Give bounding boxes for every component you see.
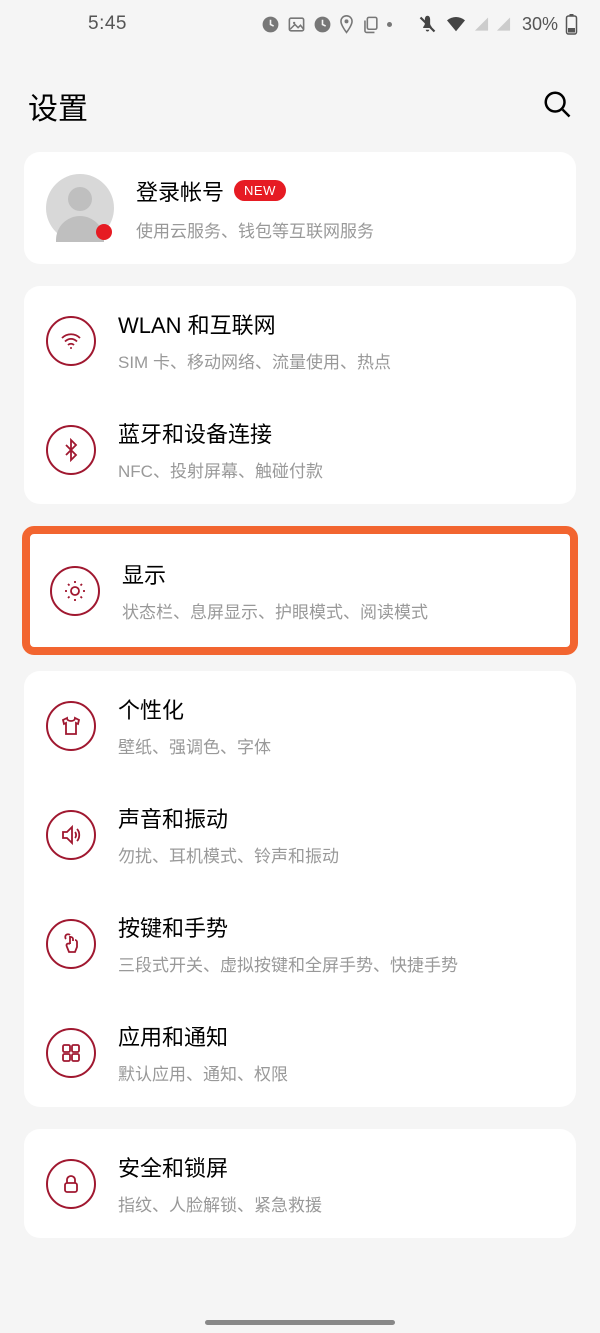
settings-item-display[interactable]: 显示 状态栏、息屏显示、护眼模式、阅读模式 bbox=[30, 534, 570, 647]
wifi-circle-icon bbox=[46, 316, 96, 366]
item-title: 个性化 bbox=[118, 693, 271, 725]
bluetooth-circle-icon bbox=[46, 425, 96, 475]
item-subtitle: 默认应用、通知、权限 bbox=[118, 1060, 288, 1085]
account-item[interactable]: 登录帐号 NEW 使用云服务、钱包等互联网服务 bbox=[24, 152, 576, 264]
gesture-circle-icon bbox=[46, 919, 96, 969]
dot-icon bbox=[387, 22, 392, 27]
item-subtitle: 状态栏、息屏显示、护眼模式、阅读模式 bbox=[122, 598, 428, 623]
settings-item-sound[interactable]: 声音和振动 勿扰、耳机模式、铃声和振动 bbox=[24, 780, 576, 889]
image-icon bbox=[287, 15, 306, 34]
item-subtitle: NFC、投射屏幕、触碰付款 bbox=[118, 457, 323, 482]
highlighted-display-card[interactable]: 显示 状态栏、息屏显示、护眼模式、阅读模式 bbox=[22, 526, 578, 655]
settings-item-personalize[interactable]: 个性化 壁纸、强调色、字体 bbox=[24, 671, 576, 780]
lock-circle-icon bbox=[46, 1159, 96, 1209]
item-title: WLAN 和互联网 bbox=[118, 308, 391, 340]
settings-item-wlan[interactable]: WLAN 和互联网 SIM 卡、移动网络、流量使用、热点 bbox=[24, 286, 576, 395]
item-title: 显示 bbox=[122, 558, 428, 590]
item-title: 安全和锁屏 bbox=[118, 1151, 322, 1183]
brightness-circle-icon bbox=[50, 566, 100, 616]
status-time: 5:45 bbox=[88, 13, 127, 35]
mute-icon bbox=[417, 14, 438, 35]
header: 设置 bbox=[0, 48, 600, 152]
item-title: 声音和振动 bbox=[118, 802, 339, 834]
copy-icon bbox=[361, 15, 380, 34]
item-subtitle: 勿扰、耳机模式、铃声和振动 bbox=[118, 842, 339, 867]
account-text: 登录帐号 NEW 使用云服务、钱包等互联网服务 bbox=[136, 175, 374, 242]
item-subtitle: 三段式开关、虚拟按键和全屏手势、快捷手势 bbox=[118, 951, 458, 976]
account-subtitle: 使用云服务、钱包等互联网服务 bbox=[136, 217, 374, 242]
settings-item-bluetooth[interactable]: 蓝牙和设备连接 NFC、投射屏幕、触碰付款 bbox=[24, 395, 576, 504]
page-title: 设置 bbox=[28, 84, 88, 128]
signal-icon-2 bbox=[496, 16, 511, 32]
apps-circle-icon bbox=[46, 1028, 96, 1078]
settings-item-security[interactable]: 安全和锁屏 指纹、人脸解锁、紧急救援 bbox=[24, 1129, 576, 1238]
notification-dot bbox=[96, 224, 112, 240]
location-icon bbox=[339, 15, 354, 34]
search-icon[interactable] bbox=[542, 89, 572, 124]
item-title: 应用和通知 bbox=[118, 1020, 288, 1052]
item-title: 按键和手势 bbox=[118, 911, 458, 943]
signal-icon-1 bbox=[474, 16, 489, 32]
home-indicator[interactable] bbox=[205, 1320, 395, 1325]
account-title: 登录帐号 bbox=[136, 175, 224, 207]
shirt-circle-icon bbox=[46, 701, 96, 751]
battery-icon bbox=[565, 13, 578, 35]
preferences-card: 个性化 壁纸、强调色、字体 声音和振动 勿扰、耳机模式、铃声和振动 按键和手势 … bbox=[24, 671, 576, 1107]
sync-icon-2 bbox=[313, 15, 332, 34]
sound-circle-icon bbox=[46, 810, 96, 860]
wifi-icon bbox=[445, 15, 467, 33]
status-bar: 5:45 30% bbox=[0, 0, 600, 48]
avatar bbox=[46, 174, 114, 242]
item-subtitle: SIM 卡、移动网络、流量使用、热点 bbox=[118, 348, 391, 373]
new-badge: NEW bbox=[234, 180, 286, 201]
item-title: 蓝牙和设备连接 bbox=[118, 417, 323, 449]
settings-item-gestures[interactable]: 按键和手势 三段式开关、虚拟按键和全屏手势、快捷手势 bbox=[24, 889, 576, 998]
item-subtitle: 指纹、人脸解锁、紧急救援 bbox=[118, 1191, 322, 1216]
settings-item-apps[interactable]: 应用和通知 默认应用、通知、权限 bbox=[24, 998, 576, 1107]
item-subtitle: 壁纸、强调色、字体 bbox=[118, 733, 271, 758]
account-card[interactable]: 登录帐号 NEW 使用云服务、钱包等互联网服务 bbox=[24, 152, 576, 264]
sync-icon bbox=[261, 15, 280, 34]
security-card: 安全和锁屏 指纹、人脸解锁、紧急救援 bbox=[24, 1129, 576, 1238]
network-card: WLAN 和互联网 SIM 卡、移动网络、流量使用、热点 蓝牙和设备连接 NFC… bbox=[24, 286, 576, 504]
battery-percent: 30% bbox=[522, 14, 558, 35]
